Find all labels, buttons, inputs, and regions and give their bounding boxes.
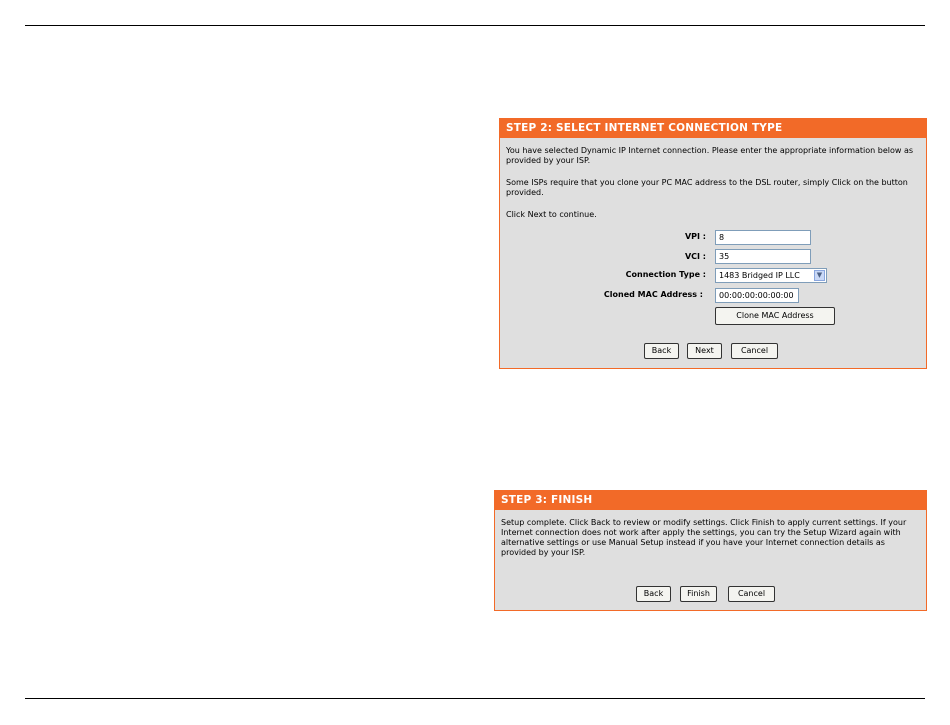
step2-panel: STEP 2: SELECT INTERNET CONNECTION TYPE …: [499, 118, 927, 369]
vci-label: VCI :: [684, 252, 706, 261]
top-divider: [25, 25, 925, 26]
clone-mac-address-button[interactable]: Clone MAC Address: [715, 307, 835, 325]
step2-title: STEP 2: SELECT INTERNET CONNECTION TYPE: [500, 119, 926, 138]
bottom-divider: [25, 698, 925, 699]
connection-type-value: 1483 Bridged IP LLC: [719, 271, 800, 280]
back-button[interactable]: Back: [644, 343, 679, 359]
vpi-label: VPI :: [684, 232, 706, 241]
next-button[interactable]: Next: [687, 343, 722, 359]
cancel-button[interactable]: Cancel: [728, 586, 775, 602]
step2-continue-text: Click Next to continue.: [506, 210, 597, 219]
step3-panel: STEP 3: FINISH Setup complete. Click Bac…: [494, 490, 927, 611]
back-button[interactable]: Back: [636, 586, 671, 602]
cloned-mac-input[interactable]: 00:00:00:00:00:00: [715, 288, 799, 303]
step2-intro-text: You have selected Dynamic IP Internet co…: [506, 146, 914, 165]
step2-clone-text: Some ISPs require that you clone your PC…: [506, 178, 908, 197]
finish-button[interactable]: Finish: [680, 586, 717, 602]
step3-title: STEP 3: FINISH: [495, 491, 926, 510]
chevron-down-icon[interactable]: ▼: [814, 270, 825, 281]
cancel-button[interactable]: Cancel: [731, 343, 778, 359]
step3-finish-text: Setup complete. Click Back to review or …: [501, 518, 907, 557]
vpi-input[interactable]: 8: [715, 230, 811, 245]
connection-type-label: Connection Type :: [625, 270, 706, 279]
cloned-mac-label: Cloned MAC Address :: [603, 290, 703, 299]
connection-type-select[interactable]: 1483 Bridged IP LLC ▼: [715, 268, 827, 283]
vci-input[interactable]: 35: [715, 249, 811, 264]
